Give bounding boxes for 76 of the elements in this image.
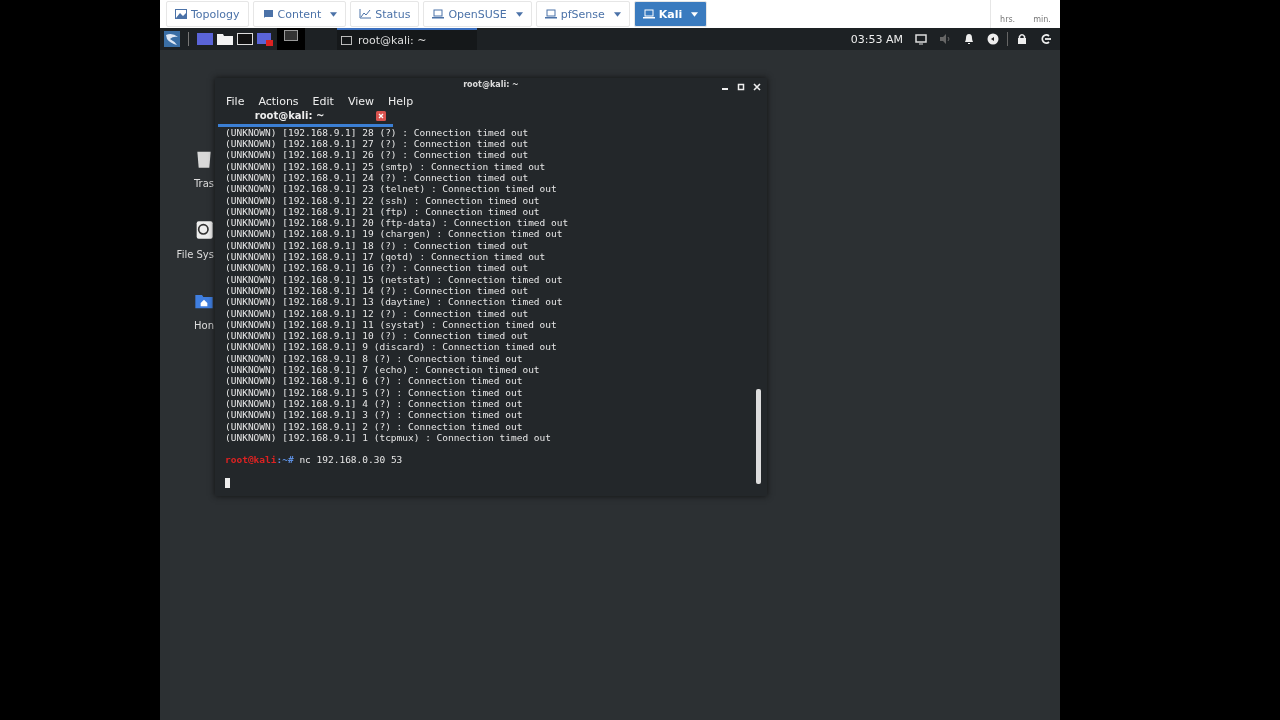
terminal-icon[interactable] [237,31,253,47]
command-text: nc 192.168.0.30 53 [299,454,403,466]
menu-item[interactable]: View [347,94,375,108]
laptop-icon [544,9,557,19]
terminal-line: (UNKNOWN) [192.168.9.1] 15 (netstat) : Connection timed out [225,273,564,285]
window-icon[interactable] [283,28,299,44]
terminal-line: (UNKNOWN) [192.168.9.1] 6 (?) : Connection timed out [225,375,524,387]
terminal-line: (UNKNOWN) [192.168.9.1] 24 (?) : Connection timed out [225,172,530,184]
toolbar-tab[interactable]: Kali [633,1,708,27]
terminal-line: (UNKNOWN) [192.168.9.1] 5 (?) : Connection timed out [225,386,524,398]
menu-item[interactable]: Actions [258,94,299,108]
terminal-line: (UNKNOWN) [192.168.9.1] 22 (ssh) : Connection timed out [225,194,541,206]
clock[interactable]: 03:53 AM [850,32,903,46]
terminal-line: (UNKNOWN) [192.168.9.1] 16 (?) : Connection timed out [225,262,530,274]
chart-icon [359,9,372,19]
lock-icon[interactable] [1016,33,1028,45]
display-icon[interactable] [915,33,927,45]
volume-icon[interactable] [939,33,951,45]
terminal-line: (UNKNOWN) [192.168.9.1] 3 (?) : Connection timed out [225,409,524,421]
desktop-icon-label[interactable]: Hon [194,320,214,331]
image-icon [175,9,187,19]
terminal-line: (UNKNOWN) [192.168.9.1] 1 (tcpmux) : Connection timed out [225,431,552,444]
terminal-line: (UNKNOWN) [192.168.9.1] 25 (smtp) : Connection timed out [225,160,547,172]
terminal-line: (UNKNOWN) [192.168.9.1] 9 (discard) : Connection timed out [225,341,558,353]
app-menu-icon[interactable] [164,31,180,47]
scrollbar-thumb[interactable] [756,389,761,484]
terminal-line: (UNKNOWN) [192.168.9.1] 28 (?) : Connection timed out [225,126,530,139]
tab-label[interactable]: root@kali: ~ [254,110,325,122]
terminal-line: (UNKNOWN) [192.168.9.1] 19 (chargen) : Connection timed out [225,228,564,240]
hours-label: hrs. [1000,15,1016,24]
prompt-path: :~# [276,454,294,466]
minutes-label: min. [1033,15,1051,24]
toolbar-tab[interactable]: Topology [166,1,249,27]
menu-item[interactable]: Help [388,94,414,108]
terminal-line: (UNKNOWN) [192.168.9.1] 27 (?) : Connection timed out [225,138,530,150]
maximize-icon[interactable] [737,83,745,91]
terminal-line: (UNKNOWN) [192.168.9.1] 12 (?) : Connection timed out [225,307,530,319]
terminal-line: (UNKNOWN) [192.168.9.1] 11 (systat) : Connection timed out [225,318,558,331]
bell-icon[interactable] [963,33,975,45]
update-icon[interactable] [987,33,999,45]
laptop-icon [642,9,655,19]
close-icon[interactable] [753,83,761,91]
screen-record-icon[interactable] [257,31,273,47]
terminal-line: (UNKNOWN) [192.168.9.1] 8 (?) : Connection timed out [225,352,524,365]
close-icon[interactable] [376,110,387,121]
desktop-icon-label[interactable]: File Sys [176,249,214,260]
terminal-line: (UNKNOWN) [192.168.9.1] 17 (qotd) : Connection timed out [225,251,547,263]
text-cursor [225,478,230,488]
prompt-user: root@kali [225,454,277,466]
terminal-line: (UNKNOWN) [192.168.9.1] 13 (daytime) : Connection timed out [225,296,564,308]
logout-icon[interactable] [1040,33,1052,45]
terminal-line: (UNKNOWN) [192.168.9.1] 4 (?) : Connection timed out [225,397,524,410]
terminal-line: (UNKNOWN) [192.168.9.1] 18 (?) : Connection timed out [225,239,530,252]
terminal-icon [341,35,352,45]
desktop-icon-label[interactable]: Tras [193,178,214,189]
toolbar-tab[interactable]: OpenSUSE [423,1,532,27]
menu-item[interactable]: File [226,94,245,108]
terminal-line: (UNKNOWN) [192.168.9.1] 10 (?) : Connection timed out [225,330,530,342]
window-title: root@kali: ~ [463,79,519,89]
terminal-line: (UNKNOWN) [192.168.9.1] 14 (?) : Connection timed out [225,284,530,297]
book-icon [261,9,274,19]
toolbar-tab[interactable]: pfSense [535,1,630,27]
terminal-line: (UNKNOWN) [192.168.9.1] 23 (telnet) : Connection timed out [225,183,558,195]
terminal-line: (UNKNOWN) [192.168.9.1] 7 (echo) : Connection timed out [225,364,541,376]
toolbar-tab[interactable]: Content [252,1,347,27]
terminal-line: (UNKNOWN) [192.168.9.1] 2 (?) : Connection timed out [225,420,524,432]
toolbar-tab[interactable]: Status [350,1,420,27]
terminal-tab[interactable]: root@kali: ~ [218,107,393,127]
terminal-line: (UNKNOWN) [192.168.9.1] 26 (?) : Connection timed out [225,149,530,161]
terminal-line: (UNKNOWN) [192.168.9.1] 20 (ftp-data) : Connection timed out [225,217,570,229]
desktop-icon[interactable] [197,31,213,47]
menu-item[interactable]: Edit [312,94,334,108]
laptop-icon [432,9,445,19]
terminal-line: (UNKNOWN) [192.168.9.1] 21 (ftp) : Connection timed out [225,205,541,218]
taskbar-window-button[interactable]: root@kali: ~ [337,28,477,50]
folder-icon[interactable] [217,31,233,47]
